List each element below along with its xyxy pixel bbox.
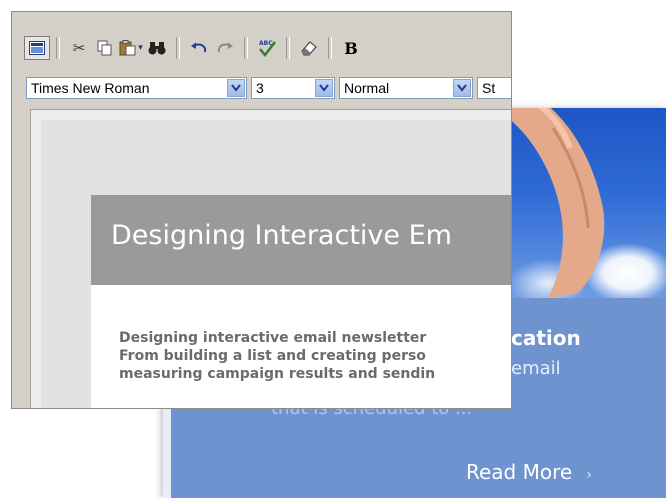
card-subtitle: email bbox=[511, 358, 561, 379]
html-editor-window: ✂ ▾ ABC B Times New Roman 3 Normal St De… bbox=[11, 11, 512, 409]
bold-button[interactable]: B bbox=[338, 36, 364, 60]
paste-icon bbox=[119, 40, 136, 56]
toolbar-separator bbox=[286, 37, 290, 59]
chevron-right-icon: › bbox=[586, 467, 592, 483]
chevron-down-icon[interactable] bbox=[227, 79, 245, 97]
bold-icon: B bbox=[344, 38, 358, 58]
toolbar-separator bbox=[328, 37, 332, 59]
design-view-icon bbox=[29, 41, 45, 55]
paragraph-style-select[interactable]: Normal bbox=[339, 77, 473, 99]
font-size-select[interactable]: 3 bbox=[251, 77, 335, 99]
binoculars-icon bbox=[148, 42, 166, 55]
spellcheck-icon: ABC bbox=[259, 40, 276, 57]
copy-icon bbox=[97, 40, 112, 56]
paste-button[interactable]: ▾ bbox=[118, 36, 144, 60]
redo-icon bbox=[217, 42, 233, 53]
read-more-link[interactable]: Read More › bbox=[466, 460, 592, 484]
newsletter-header: Designing Interactive Em bbox=[91, 195, 511, 285]
font-family-select[interactable]: Times New Roman bbox=[26, 77, 247, 99]
hand-sky-photo bbox=[508, 108, 666, 298]
chevron-down-icon[interactable] bbox=[453, 79, 471, 97]
hand-image bbox=[508, 108, 605, 298]
redo-button[interactable] bbox=[212, 36, 238, 60]
design-view-button[interactable] bbox=[24, 36, 50, 60]
card-heading: cation bbox=[511, 326, 581, 350]
cut-button[interactable]: ✂ bbox=[66, 36, 92, 60]
format-toolbar: Times New Roman 3 Normal St bbox=[26, 77, 511, 101]
class-value: St bbox=[482, 80, 496, 96]
editor-canvas[interactable]: Designing Interactive Em Designing inter… bbox=[30, 109, 511, 408]
find-button[interactable] bbox=[144, 36, 170, 60]
copy-button[interactable] bbox=[92, 36, 118, 60]
paragraph-style-value: Normal bbox=[344, 80, 390, 96]
email-newsletter-preview[interactable]: Designing Interactive Em Designing inter… bbox=[91, 195, 511, 408]
newsletter-title: Designing Interactive Em bbox=[111, 220, 452, 251]
body-line: From building a list and creating perso bbox=[119, 348, 426, 364]
toolbar-separator bbox=[244, 37, 248, 59]
body-line: Designing interactive email newsletter bbox=[119, 330, 427, 346]
toolbar-separator bbox=[56, 37, 60, 59]
font-size-value: 3 bbox=[256, 80, 264, 96]
undo-icon bbox=[191, 42, 207, 53]
font-family-value: Times New Roman bbox=[31, 80, 150, 96]
editor-toolbar: ✂ ▾ ABC B Times New Roman 3 Normal St bbox=[12, 12, 511, 99]
cut-icon: ✂ bbox=[72, 39, 86, 57]
paste-dropdown-icon[interactable]: ▾ bbox=[138, 43, 143, 53]
eraser-button[interactable] bbox=[296, 36, 322, 60]
toolbar-row-main: ✂ ▾ ABC B bbox=[24, 36, 364, 60]
eraser-icon bbox=[301, 41, 317, 56]
undo-button[interactable] bbox=[186, 36, 212, 60]
class-select[interactable]: St bbox=[477, 77, 511, 99]
editor-page-area: Designing Interactive Em Designing inter… bbox=[41, 120, 511, 408]
chevron-down-icon[interactable] bbox=[315, 79, 333, 97]
read-more-label: Read More bbox=[466, 460, 573, 484]
body-line: measuring campaign results and sendin bbox=[119, 366, 436, 382]
newsletter-body: Designing interactive email newsletter F… bbox=[119, 329, 435, 383]
toolbar-separator bbox=[176, 37, 180, 59]
spellcheck-button[interactable]: ABC bbox=[254, 36, 280, 60]
